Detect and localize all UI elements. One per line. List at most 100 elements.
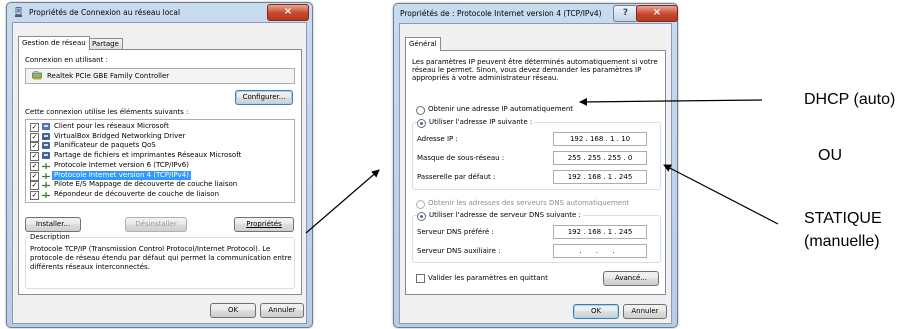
preferred-dns-field[interactable]: 192 . 168 . 1 . 245	[553, 225, 647, 239]
component-label: Répondeur de découverte de couche de lia…	[54, 189, 220, 198]
ip-address-field[interactable]: 192 . 168 . 1 . 10	[553, 132, 647, 146]
close-button[interactable]: ×	[267, 4, 309, 21]
component-checkbox[interactable]: ✓	[30, 123, 39, 132]
alternate-dns-label: Serveur DNS auxiliaire :	[417, 247, 501, 255]
component-label: Protocole Internet version 4 (TCP/IPv4)	[52, 170, 191, 181]
connect-using-label: Connexion en utilisant :	[25, 56, 108, 64]
description-label: Description	[29, 233, 71, 241]
arrow-static	[663, 164, 779, 225]
component-checkbox[interactable]: ✓	[30, 142, 39, 152]
annotation-ou: OU	[818, 147, 842, 164]
intro-line-1: Les paramètres IP peuvent être déterminé…	[412, 58, 658, 66]
help-icon: ?	[622, 8, 629, 18]
ok-button[interactable]: OK	[210, 303, 256, 318]
component-item[interactable]: ✓ Partage de fichiers et imprimantes Rése…	[26, 151, 294, 162]
component-item[interactable]: ✓ Protocole Internet version 4 (TCP/IPv4)	[26, 170, 294, 181]
window-title: Propriétés de Connexion au réseau local	[29, 8, 181, 17]
title-bar[interactable]: Propriétés de : Protocole Internet versi…	[394, 4, 678, 24]
cancel-button[interactable]: Annuler	[260, 303, 304, 318]
auto-ip-label[interactable]: Obtenir une adresse IP automatiquement	[428, 105, 573, 113]
manual-dns-group: Utiliser l'adresse de serveur DNS suivan…	[412, 211, 661, 263]
general-tab-page: Les paramètres IP peuvent être déterminé…	[405, 50, 666, 295]
gateway-field[interactable]: 192 . 168 . 1 . 245	[553, 170, 647, 184]
component-label: Pilote E/S Mappage de découverte de couc…	[54, 180, 238, 189]
service-icon	[42, 132, 50, 140]
component-item[interactable]: ✓ VirtualBox Bridged Networking Driver	[26, 132, 294, 142]
close-button[interactable]: ×	[636, 5, 678, 22]
component-label: Partage de fichiers et imprimantes Résea…	[54, 151, 242, 160]
manual-ip-label[interactable]: Utiliser l'adresse IP suivante :	[427, 118, 535, 126]
component-label: Client pour les réseaux Microsoft	[54, 122, 169, 130]
component-item[interactable]: ✓ Protocole Internet version 6 (TCP/IPv6)	[26, 161, 294, 171]
ipv4-properties-dialog: Propriétés de : Protocole Internet versi…	[393, 3, 678, 328]
ok-button[interactable]: OK	[573, 304, 619, 319]
component-item[interactable]: ✓ Planificateur de paquets QoS	[26, 141, 294, 152]
advanced-button[interactable]: Avancé...	[603, 271, 659, 286]
configure-button[interactable]: Configurer...	[235, 90, 293, 105]
network-client-icon	[42, 123, 50, 130]
service-icon	[42, 142, 50, 150]
network-adapter-icon	[32, 71, 42, 80]
auto-ip-radio[interactable]	[416, 106, 425, 115]
service-icon	[42, 152, 50, 159]
title-bar[interactable]: Propriétés de Connexion au réseau local …	[7, 3, 312, 23]
annotation-dhcp: DHCP (auto)	[804, 91, 896, 108]
component-checkbox[interactable]: ✓	[30, 171, 39, 181]
subnet-mask-field[interactable]: 255 . 255 . 255 . 0	[553, 151, 647, 165]
description-line-2: protocole de réseau étendu par défaut qu…	[30, 254, 292, 262]
annotation-static: STATIQUE	[804, 210, 882, 227]
gateway-label: Passerelle par défaut :	[417, 173, 496, 181]
uninstall-button[interactable]: Désinstaller	[125, 217, 187, 232]
tab-general[interactable]: Général	[405, 37, 441, 51]
arrow-properties-to-ipv4	[305, 169, 380, 234]
description-line-3: différents réseaux interconnectés.	[30, 263, 150, 271]
component-checkbox[interactable]: ✓	[30, 161, 39, 171]
help-button[interactable]: ?	[613, 5, 638, 22]
component-checkbox[interactable]: ✓	[30, 190, 39, 200]
tab-networking[interactable]: Gestion de réseau	[18, 36, 90, 50]
connection-properties-dialog: Propriétés de Connexion au réseau local …	[6, 2, 313, 328]
preferred-dns-label: Serveur DNS préféré :	[417, 228, 494, 236]
dialog-client-area: Gestion de réseau Partage Connexion en u…	[12, 22, 307, 324]
dialog-client-area: Général Les paramètres IP peuvent être d…	[399, 23, 672, 324]
close-icon: ×	[652, 7, 662, 18]
component-item[interactable]: ✓ Client pour les réseaux Microsoft	[26, 122, 294, 132]
manual-ip-radio[interactable]	[417, 119, 426, 128]
validate-checkbox[interactable]	[416, 274, 425, 283]
component-label: VirtualBox Bridged Networking Driver	[54, 131, 186, 140]
window-title: Propriétés de : Protocole Internet versi…	[400, 9, 602, 18]
validate-label[interactable]: Valider les paramètres en quittant	[428, 274, 548, 282]
adapter-box: Realtek PCIe GBE Family Controller	[25, 68, 295, 84]
alternate-dns-field[interactable]: . . .	[553, 244, 647, 258]
ip-address-label: Adresse IP :	[417, 135, 458, 143]
manual-ip-group: Utiliser l'adresse IP suivante : Adresse…	[412, 118, 661, 190]
component-checkbox[interactable]: ✓	[30, 152, 39, 162]
manual-dns-radio[interactable]	[417, 212, 426, 221]
intro-line-3: appropriés à votre administrateur réseau…	[412, 74, 559, 82]
networking-tab-page: Connexion en utilisant : Realtek PCIe GB…	[18, 49, 302, 295]
component-label: Protocole Internet version 6 (TCP/IPv6)	[54, 160, 189, 169]
components-list[interactable]: ✓ Client pour les réseaux Microsoft ✓ Virtu…	[25, 119, 295, 203]
adapter-name: Realtek PCIe GBE Family Controller	[47, 72, 170, 80]
protocol-icon	[42, 182, 50, 189]
auto-dns-radio[interactable]	[416, 200, 425, 209]
component-checkbox[interactable]: ✓	[30, 132, 39, 142]
network-connection-icon	[15, 7, 22, 17]
component-label: Planificateur de paquets QoS	[54, 141, 156, 150]
install-button[interactable]: Installer...	[25, 217, 81, 232]
subnet-mask-label: Masque de sous-réseau :	[417, 154, 505, 162]
manual-dns-label[interactable]: Utiliser l'adresse de serveur DNS suivan…	[427, 211, 583, 219]
protocol-icon	[42, 172, 50, 179]
protocol-icon	[42, 162, 50, 169]
intro-line-2: réseau le permet. Sinon, vous devez dema…	[412, 66, 642, 74]
items-label: Cette connexion utilise les éléments sui…	[25, 108, 189, 116]
component-item[interactable]: ✓ Répondeur de découverte de couche de li…	[26, 190, 294, 200]
description-line-1: Protocole TCP/IP (Transmission Control P…	[30, 245, 271, 253]
component-checkbox[interactable]: ✓	[30, 181, 39, 191]
description-group: Description Protocole TCP/IP (Transmissi…	[25, 233, 295, 289]
cancel-button[interactable]: Annuler	[623, 304, 667, 319]
annotation-manual: (manuelle)	[804, 233, 880, 250]
auto-dns-label[interactable]: Obtenir les adresses des serveurs DNS au…	[428, 199, 629, 207]
properties-button[interactable]: Propriétés	[234, 217, 294, 232]
component-item[interactable]: ✓ Pilote E/S Mappage de découverte de cou…	[26, 180, 294, 191]
